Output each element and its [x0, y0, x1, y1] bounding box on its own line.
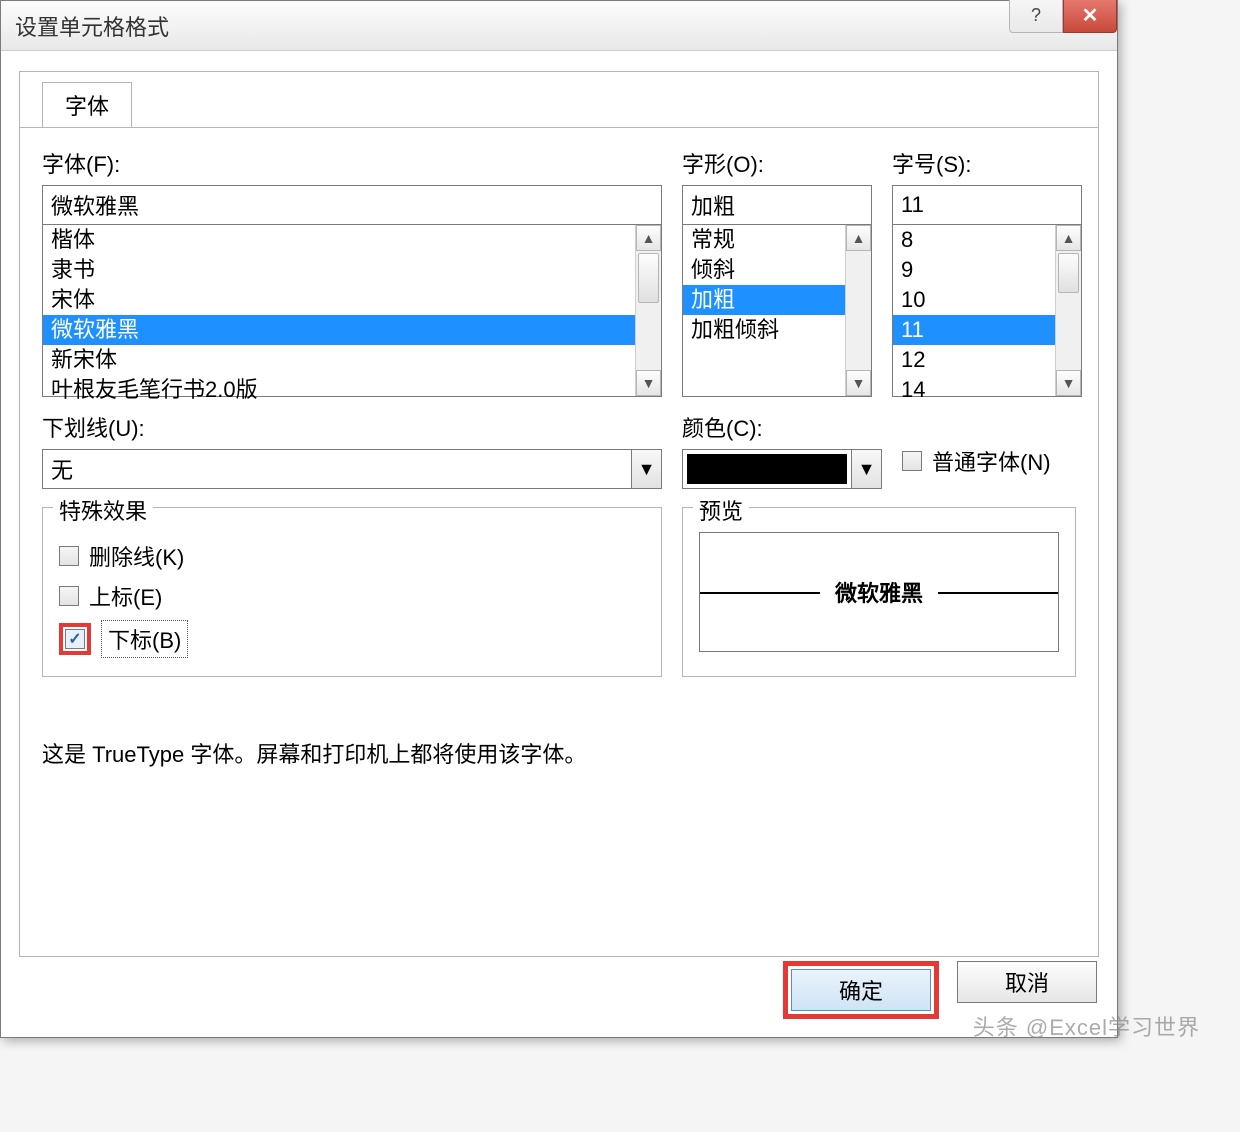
- list-item[interactable]: 叶根友毛笔行书2.0版: [43, 375, 661, 405]
- font-label: 字体(F):: [42, 147, 662, 179]
- size-listbox[interactable]: 8 9 10 11 12 14 ▲ ▼: [892, 225, 1082, 397]
- style-input[interactable]: 加粗: [682, 185, 872, 225]
- chevron-down-icon[interactable]: ▼: [851, 450, 881, 488]
- list-item[interactable]: 9: [893, 255, 1081, 285]
- list-item[interactable]: 10: [893, 285, 1081, 315]
- preview-groupbox: 预览 微软雅黑: [682, 507, 1076, 677]
- color-swatch: [687, 454, 847, 484]
- scroll-down-icon[interactable]: ▼: [636, 370, 661, 396]
- watermark: 头条 @Excel学习世界: [973, 1010, 1200, 1042]
- scroll-up-icon[interactable]: ▲: [846, 225, 871, 251]
- scroll-up-icon[interactable]: ▲: [636, 225, 661, 251]
- scroll-thumb[interactable]: [638, 253, 659, 303]
- normal-font-checkbox[interactable]: [902, 451, 922, 471]
- underline-label: 下划线(U):: [42, 411, 662, 443]
- cancel-button[interactable]: 取消: [957, 961, 1097, 1003]
- normal-font-label: 普通字体(N): [932, 445, 1051, 477]
- size-label: 字号(S):: [892, 147, 1082, 179]
- list-item[interactable]: 12: [893, 345, 1081, 375]
- list-item[interactable]: 新宋体: [43, 345, 661, 375]
- font-listbox[interactable]: 楷体 隶书 宋体 微软雅黑 新宋体 叶根友毛笔行书2.0版 ▲ ▼: [42, 225, 662, 397]
- list-item[interactable]: 14: [893, 375, 1081, 405]
- size-input[interactable]: 11: [892, 185, 1082, 225]
- scrollbar[interactable]: ▲ ▼: [635, 225, 661, 396]
- list-item[interactable]: 11: [893, 315, 1081, 345]
- subscript-checkbox[interactable]: [65, 629, 85, 649]
- effects-groupbox: 特殊效果 删除线(K) 上标(E) 下标(B): [42, 507, 662, 677]
- style-listbox[interactable]: 常规 倾斜 加粗 加粗倾斜 ▲ ▼: [682, 225, 872, 397]
- dialog-content: 字体 字体(F): 微软雅黑 楷体 隶书 宋体 微软雅黑 新宋体 叶根友毛笔: [19, 71, 1099, 957]
- style-label: 字形(O):: [682, 147, 872, 179]
- ok-button[interactable]: 确定: [791, 969, 931, 1011]
- list-item[interactable]: 倾斜: [683, 255, 871, 285]
- scrollbar[interactable]: ▲ ▼: [1055, 225, 1081, 396]
- strikethrough-checkbox[interactable]: [59, 546, 79, 566]
- list-item[interactable]: 加粗倾斜: [683, 315, 871, 345]
- list-item[interactable]: 8: [893, 225, 1081, 255]
- scroll-up-icon[interactable]: ▲: [1056, 225, 1081, 251]
- chevron-down-icon[interactable]: ▼: [631, 450, 661, 488]
- format-cells-dialog: 设置单元格格式 ? ✕ 字体 字体(F): 微软雅黑 楷体 隶书 宋体: [0, 0, 1118, 1038]
- dialog-title: 设置单元格格式: [15, 10, 169, 42]
- scroll-thumb[interactable]: [1058, 253, 1079, 293]
- list-item[interactable]: 常规: [683, 225, 871, 255]
- superscript-checkbox[interactable]: [59, 586, 79, 606]
- superscript-label: 上标(E): [89, 580, 162, 612]
- list-item[interactable]: 隶书: [43, 255, 661, 285]
- preview-box: 微软雅黑: [699, 532, 1059, 652]
- color-dropdown[interactable]: ▼: [682, 449, 882, 489]
- truetype-note: 这是 TrueType 字体。屏幕和打印机上都将使用该字体。: [42, 737, 1076, 769]
- close-button[interactable]: ✕: [1063, 0, 1117, 33]
- font-input[interactable]: 微软雅黑: [42, 185, 662, 225]
- preview-label: 预览: [693, 494, 749, 526]
- subscript-label: 下标(B): [101, 620, 188, 658]
- list-item[interactable]: 楷体: [43, 225, 661, 255]
- effects-label: 特殊效果: [53, 494, 153, 526]
- list-item[interactable]: 宋体: [43, 285, 661, 315]
- help-button[interactable]: ?: [1009, 0, 1063, 33]
- strikethrough-label: 删除线(K): [89, 540, 184, 572]
- titlebar: 设置单元格格式 ? ✕: [1, 1, 1117, 51]
- list-item[interactable]: 加粗: [683, 285, 871, 315]
- tab-font[interactable]: 字体: [42, 82, 132, 128]
- color-label: 颜色(C):: [682, 411, 882, 443]
- scrollbar[interactable]: ▲ ▼: [845, 225, 871, 396]
- list-item[interactable]: 微软雅黑: [43, 315, 661, 345]
- underline-dropdown[interactable]: 无 ▼: [42, 449, 662, 489]
- scroll-down-icon[interactable]: ▼: [846, 370, 871, 396]
- scroll-down-icon[interactable]: ▼: [1056, 370, 1081, 396]
